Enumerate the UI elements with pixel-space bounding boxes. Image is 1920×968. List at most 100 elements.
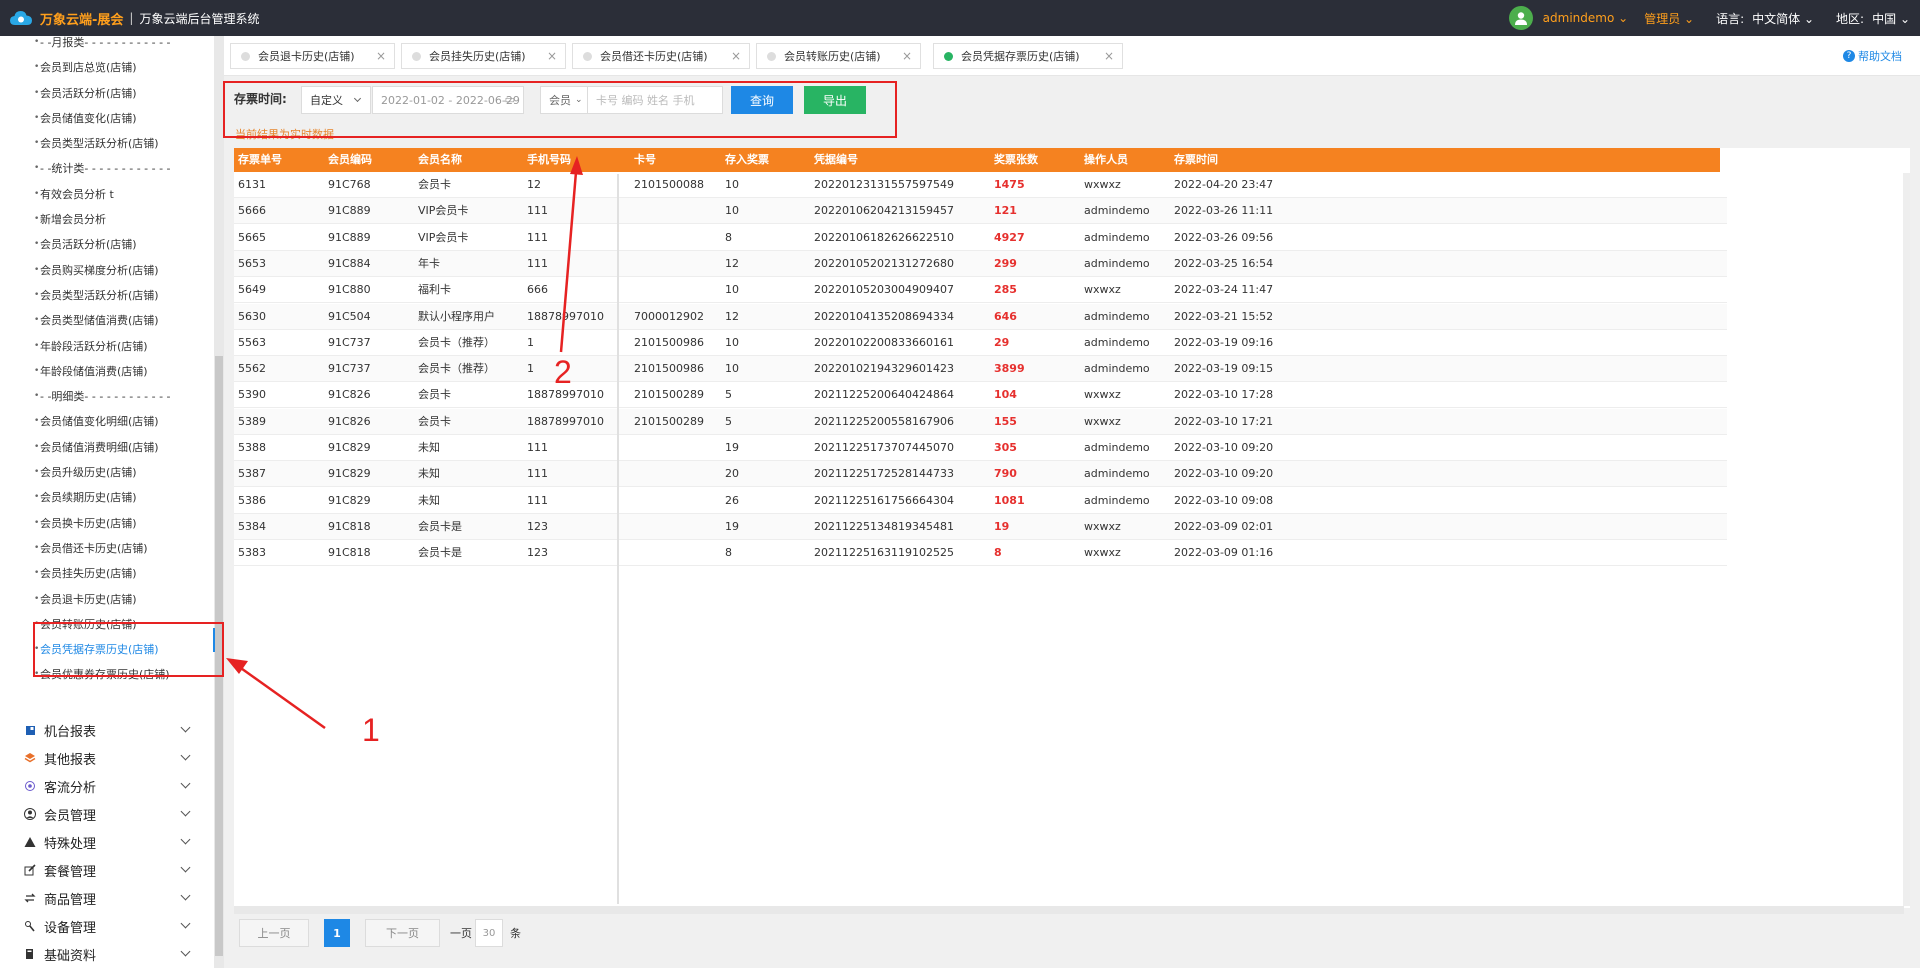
close-icon[interactable]: × [731, 49, 741, 63]
table-cell: 91C737 [328, 335, 371, 349]
sidebar-submenu-item[interactable]: 有效会员分析 t [0, 182, 214, 207]
sidebar-submenu-item[interactable]: 会员续期历史(店铺) [0, 485, 214, 510]
sidebar-submenu-item[interactable]: 会员升级历史(店铺) [0, 460, 214, 485]
sidebar-submenu-item[interactable]: 会员储值变化(店铺) [0, 106, 214, 131]
table-row[interactable]: 5388 91C829 未知 111 19 20211225173707445070 305… [234, 435, 1727, 461]
table-row[interactable]: 5666 91C889 VIP会员卡 111 10 2022010620421315945… [234, 198, 1727, 225]
table-row[interactable]: 5390 91C826 会员卡 18878997010 2101500289 5 20211… [234, 382, 1727, 409]
table-cell: 2101500289 [634, 388, 704, 402]
sidebar-group-label: 会员管理 [44, 808, 97, 824]
table-row[interactable]: 5665 91C889 VIP会员卡 111 8 20220106182626622510… [234, 225, 1727, 251]
region-select[interactable]: 中国 ⌄ [1872, 10, 1910, 27]
table-row[interactable]: 5562 91C737 会员卡（推荐） 1 2101500986 10 2022010219… [234, 356, 1727, 383]
warning-icon [24, 836, 36, 848]
tab-member-transfer[interactable]: 会员转账历史(店铺) × [756, 43, 921, 69]
table-row[interactable]: 5653 91C884 年卡 111 12 20220105202131272680 299… [234, 250, 1727, 277]
table-cell: 29 [994, 335, 1010, 349]
sidebar-group-1[interactable]: 其他报表 [0, 744, 214, 772]
prev-page-button[interactable]: 上一页 [239, 919, 309, 947]
table-row[interactable]: 5630 91C504 默认小程序用户 18878997010 7000012902 12… [234, 303, 1727, 330]
table-cell: 默认小程序用户 [418, 309, 495, 323]
next-page-button[interactable]: 下一页 [365, 919, 440, 947]
column-header[interactable]: 存票单号 [238, 148, 282, 172]
column-header[interactable]: 操作人员 [1084, 148, 1128, 172]
table-row[interactable]: 5386 91C829 未知 111 26 20211225161756664304 108… [234, 488, 1727, 514]
close-icon[interactable]: × [1104, 49, 1114, 63]
sidebar-submenu-item[interactable]: 会员类型活跃分析(店铺) [0, 131, 214, 156]
page-1-button[interactable]: 1 [324, 919, 350, 947]
help-link[interactable]: ? 帮助文档 [1843, 48, 1902, 64]
sidebar-group-6[interactable]: 商品管理 [0, 884, 214, 912]
sidebar-submenu-item[interactable]: - -明细类- - - - - - - - - - - - [0, 384, 214, 409]
column-header[interactable]: 存入奖票 [725, 148, 769, 172]
column-header[interactable]: 手机号码 [527, 148, 571, 172]
table-row[interactable]: 5383 91C818 会员卡是 123 8 20211225163119102525 8 w… [234, 540, 1727, 567]
table-row[interactable]: 5387 91C829 未知 111 20 20211225172528144733 790… [234, 461, 1727, 488]
sidebar-submenu-item[interactable]: 年龄段活跃分析(店铺) [0, 334, 214, 359]
tab-member-ticket-deposit[interactable]: 会员凭据存票历史(店铺) × [933, 43, 1123, 69]
sidebar-submenu-item[interactable]: 会员类型活跃分析(店铺) [0, 283, 214, 308]
table-row[interactable]: 5384 91C818 会员卡是 123 19 20211225134819345481 1… [234, 513, 1727, 540]
table-horizontal-scrollbar[interactable] [234, 906, 1904, 914]
column-header[interactable]: 存票时间 [1174, 148, 1218, 172]
close-icon[interactable]: × [547, 49, 557, 63]
column-header[interactable]: 奖票张数 [994, 148, 1038, 172]
sidebar-submenu-item[interactable]: 会员借还卡历史(店铺) [0, 536, 214, 561]
sidebar-submenu-item[interactable]: 会员活跃分析(店铺) [0, 81, 214, 106]
table-cell: 111 [527, 204, 548, 218]
table-cell: 5386 [238, 493, 266, 507]
sidebar-submenu-item[interactable]: 会员到店总览(店铺) [0, 55, 214, 80]
column-header[interactable]: 会员名称 [418, 148, 462, 172]
sidebar-submenu-item[interactable]: 会员类型储值消费(店铺) [0, 308, 214, 333]
role-name: 管理员 [1644, 11, 1681, 26]
sidebar-group-8[interactable]: 基础资料 [0, 940, 214, 968]
avatar[interactable] [1508, 6, 1533, 30]
close-icon[interactable]: × [376, 49, 386, 63]
tab-member-lost[interactable]: 会员挂失历史(店铺) × [401, 43, 566, 69]
sidebar-group-0[interactable]: 机台报表 [0, 716, 214, 744]
column-header[interactable]: 卡号 [634, 148, 656, 172]
sidebar-group-5[interactable]: 套餐管理 [0, 856, 214, 884]
sidebar-group-3[interactable]: 会员管理 [0, 800, 214, 828]
table-row[interactable]: 5563 91C737 会员卡（推荐） 1 2101500986 10 2022010220… [234, 330, 1727, 356]
sidebar-submenu-item[interactable]: 会员退卡历史(店铺) [0, 587, 214, 612]
column-header[interactable]: 凭据编号 [814, 148, 858, 172]
table-cell: 111 [527, 467, 548, 481]
table-row[interactable]: 5649 91C880 福利卡 666 10 20220105203004909407 28… [234, 277, 1727, 304]
sidebar-submenu-item[interactable]: 新增会员分析 [0, 207, 214, 232]
sidebar-submenu-item[interactable]: 会员购买梯度分析(店铺) [0, 258, 214, 283]
column-header[interactable]: 会员编码 [328, 148, 372, 172]
sidebar-submenu-item[interactable]: - -月报类- - - - - - - - - - - - [0, 36, 214, 55]
user-menu[interactable]: admindemo ⌄ [1543, 11, 1629, 25]
sidebar-submenu-item[interactable]: 会员活跃分析(店铺) [0, 232, 214, 257]
table-cell: 未知 [418, 493, 440, 507]
language-select[interactable]: 中文简体 ⌄ [1752, 10, 1814, 27]
table-cell: 1 [527, 362, 534, 376]
sidebar-submenu-item[interactable]: - -统计类- - - - - - - - - - - - [0, 156, 214, 181]
chevron-down-icon [180, 862, 191, 873]
table-row[interactable]: 6131 91C768 会员卡 12 2101500088 10 2022012313155… [234, 172, 1727, 198]
tab-member-refund[interactable]: 会员退卡历史(店铺) × [230, 43, 395, 69]
sidebar-submenu-item[interactable]: 会员储值变化明细(店铺) [0, 409, 214, 434]
tab-member-borrow[interactable]: 会员借还卡历史(店铺) × [572, 43, 750, 69]
sidebar-group-label: 商品管理 [44, 892, 97, 908]
sidebar-group-2[interactable]: 客流分析 [0, 772, 214, 800]
close-icon[interactable]: × [902, 49, 912, 63]
sidebar-submenu-item[interactable]: 会员换卡历史(店铺) [0, 511, 214, 536]
per-page-unit: 条 [510, 927, 521, 940]
sidebar-submenu-item[interactable]: 年龄段储值消费(店铺) [0, 359, 214, 384]
sidebar-submenu-item[interactable]: 会员储值消费明细(店铺) [0, 435, 214, 460]
sidebar-submenu-item[interactable]: 会员挂失历史(店铺) [0, 561, 214, 586]
sidebar-scrollbar[interactable] [214, 36, 224, 968]
role-menu[interactable]: 管理员 ⌄ [1644, 10, 1694, 27]
page-size-input[interactable]: 30 [475, 919, 503, 947]
sidebar-group-4[interactable]: 特殊处理 [0, 828, 214, 856]
table-vertical-scrollbar[interactable] [1903, 173, 1910, 906]
table-cell: 20 [725, 467, 739, 481]
sidebar-group-7[interactable]: 设备管理 [0, 912, 214, 940]
table-cell: 会员卡 [418, 388, 451, 402]
table-row[interactable]: 5389 91C826 会员卡 18878997010 2101500289 5 20211… [234, 408, 1727, 435]
sidebar-group-label: 设备管理 [44, 920, 97, 936]
table-cell: admindemo [1084, 230, 1150, 244]
table-cell: 91C889 [328, 230, 371, 244]
